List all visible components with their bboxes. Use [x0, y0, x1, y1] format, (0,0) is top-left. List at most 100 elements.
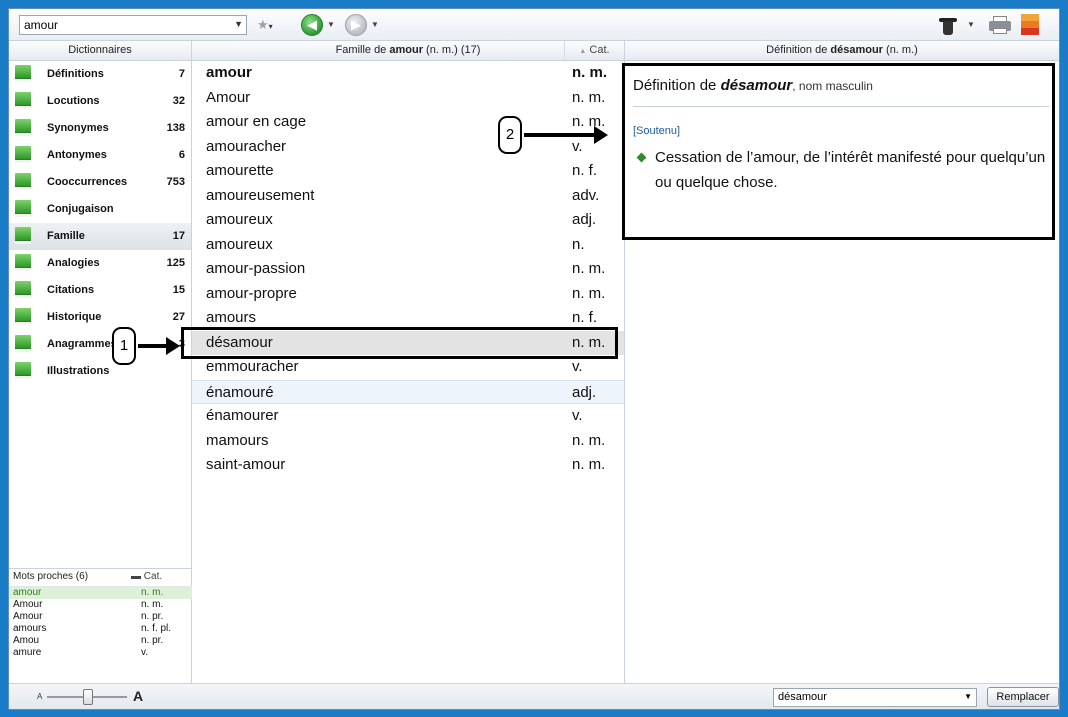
family-row[interactable]: amourette n. f.	[192, 159, 624, 184]
book-icon	[15, 254, 31, 271]
book-icon	[15, 146, 31, 163]
dictionary-item-label: Famille	[47, 230, 85, 242]
family-cat: n. f.	[572, 162, 598, 179]
family-word: amour en cage	[206, 113, 307, 130]
dictionary-item-label: Synonymes	[47, 122, 109, 134]
mots-proches-row[interactable]: amour n. m.	[9, 587, 192, 599]
family-row[interactable]: amoureusement adv.	[192, 184, 624, 209]
mots-proches-word: amour	[13, 587, 42, 598]
dictionary-item[interactable]: Locutions 32	[9, 88, 191, 115]
family-word: énamourer	[206, 407, 279, 424]
hat-dropdown-icon[interactable]: ▼	[967, 20, 975, 29]
family-row[interactable]: amour-passion n. m.	[192, 257, 624, 282]
annotation-label-1: 1	[112, 327, 136, 365]
dictionaries-panel: Dictionnaires Définitions 7 Locutions 32 Syn…	[9, 41, 192, 683]
family-row[interactable]: saint-amour n. m.	[192, 453, 624, 478]
mots-proches-cat-header[interactable]: ▬ Cat.	[131, 569, 162, 585]
toolbar: amour ▼ ★▾ ◀ ▼ ▶ ▼ ▼	[9, 9, 1059, 41]
chevron-down-icon[interactable]: ▼	[234, 19, 243, 29]
definition-header: Définition de désamour (n. m.)	[625, 41, 1059, 61]
dictionary-item[interactable]: Citations 15	[9, 277, 191, 304]
mots-proches-row[interactable]: Amour n. m.	[9, 599, 192, 611]
mots-proches-word: Amou	[13, 635, 40, 646]
back-button[interactable]: ◀	[301, 14, 323, 36]
book-icon	[15, 65, 31, 82]
family-word: amoureux	[206, 235, 273, 253]
dictionary-item[interactable]: Conjugaison	[9, 196, 191, 223]
annotation-arrow-2-head	[594, 126, 608, 144]
mots-proches-row[interactable]: amure v.	[9, 647, 192, 659]
mots-proches-panel: Mots proches (6) ▬ Cat. amour n. m. Amour n…	[9, 568, 192, 683]
dictionary-item[interactable]: Définitions 7	[9, 61, 191, 88]
mots-proches-word: amours	[13, 623, 47, 634]
book-icon	[15, 173, 31, 190]
family-cat: n. m.	[572, 88, 606, 106]
family-word: mamours	[206, 431, 269, 449]
dictionary-item[interactable]: Cooccurrences 753	[9, 169, 191, 196]
dictionary-item[interactable]: Historique 27	[9, 304, 191, 331]
forward-history-dropdown-icon[interactable]: ▼	[371, 20, 379, 29]
mots-proches-word: amure	[13, 647, 42, 658]
family-row[interactable]: amour-propre n. m.	[192, 282, 624, 307]
back-history-dropdown-icon[interactable]: ▼	[327, 20, 335, 29]
favorites-star-icon[interactable]: ★▾	[257, 17, 273, 33]
mots-proches-cat: n. f. pl.	[141, 623, 172, 634]
dictionary-item-count: 138	[166, 122, 185, 134]
mots-proches-row[interactable]: Amour n. pr.	[9, 611, 192, 623]
family-row[interactable]: Amour n. m.	[192, 86, 624, 111]
replace-input[interactable]: désamour ▼	[773, 688, 977, 707]
family-row[interactable]: mamours n. m.	[192, 429, 624, 454]
search-input-value: amour	[24, 18, 59, 32]
dictionary-item-label: Anagrammes	[47, 338, 117, 350]
search-input[interactable]: amour ▼	[19, 15, 247, 35]
replace-button[interactable]: Remplacer	[987, 687, 1059, 707]
dictionary-item[interactable]: Famille 17	[9, 223, 191, 250]
family-word: amourette	[206, 162, 274, 179]
dictionaries-books-icon[interactable]	[1021, 14, 1039, 36]
book-icon	[15, 308, 31, 325]
dictionary-item-count: 17	[172, 230, 185, 242]
family-row[interactable]: amouracher v.	[192, 135, 624, 160]
dictionary-item-label: Locutions	[47, 95, 100, 107]
font-size-slider-thumb[interactable]	[83, 689, 93, 705]
arrow-right-icon: ▶	[351, 17, 361, 32]
family-row[interactable]: énamourer v.	[192, 404, 624, 429]
annotation-arrow-2-line	[524, 133, 596, 137]
mots-proches-cat: n. m.	[141, 599, 164, 610]
family-row[interactable]: amour en cage n. m.	[192, 110, 624, 135]
annotation-box-2	[622, 63, 1055, 240]
mots-proches-cat: n. m.	[141, 587, 164, 598]
dictionary-item[interactable]: Antonymes 6	[9, 142, 191, 169]
family-cat-header[interactable]: ▲ Cat.	[564, 41, 624, 61]
dictionary-item[interactable]: Analogies 125	[9, 250, 191, 277]
book-icon	[15, 281, 31, 298]
dictionary-item-count: 15	[172, 284, 185, 296]
family-cat: v.	[572, 407, 583, 424]
mots-proches-cat: n. pr.	[141, 611, 164, 622]
mots-proches-list: amour n. m. Amour n. m. Amour n. pr. amours n. …	[9, 587, 192, 659]
dictionaries-list: Définitions 7 Locutions 32 Synonymes 138 Anton…	[9, 61, 191, 385]
family-row[interactable]: amoureux adj.	[192, 208, 624, 233]
family-row[interactable]: amoureux n.	[192, 233, 624, 258]
dictionary-item[interactable]: Illustrations	[9, 358, 191, 385]
mots-proches-row[interactable]: Amou n. pr.	[9, 635, 192, 647]
status-bar: A A désamour ▼ Remplacer	[9, 683, 1059, 709]
font-smaller-label: A	[37, 692, 43, 701]
book-icon	[15, 362, 31, 379]
replace-input-value: désamour	[778, 691, 827, 703]
dictionaries-header: Dictionnaires	[9, 41, 191, 61]
hat-icon[interactable]	[939, 15, 957, 35]
family-row[interactable]: amour n. m.	[192, 61, 624, 86]
annotation-label-2: 2	[498, 116, 522, 154]
family-row[interactable]: énamouré adj.	[192, 379, 624, 404]
dictionary-item[interactable]: Synonymes 138	[9, 115, 191, 142]
dictionary-item-count: 27	[172, 311, 185, 323]
mots-proches-row[interactable]: amours n. f. pl.	[9, 623, 192, 635]
dictionary-item-count: 753	[166, 176, 185, 188]
printer-icon[interactable]	[989, 16, 1011, 34]
chevron-down-icon[interactable]: ▼	[964, 692, 972, 701]
family-word: amour-propre	[206, 284, 297, 302]
family-word: Amour	[206, 88, 251, 106]
forward-button[interactable]: ▶	[345, 14, 367, 36]
app-window: amour ▼ ★▾ ◀ ▼ ▶ ▼ ▼ Dictionnaires Défin…	[8, 8, 1060, 710]
